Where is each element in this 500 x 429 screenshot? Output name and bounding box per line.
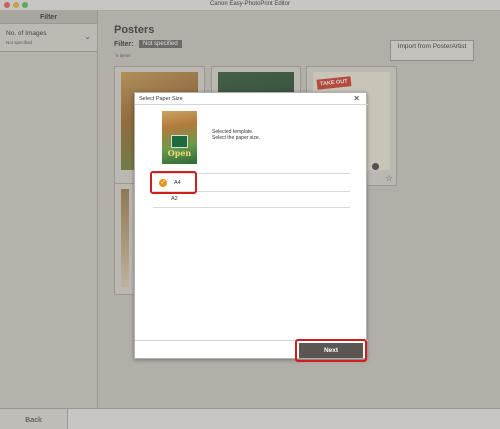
paper-option-a2[interactable]: A2: [157, 194, 217, 205]
next-highlight: Next: [295, 339, 367, 362]
dialog-title: Select Paper Size: [139, 96, 183, 102]
select-paper-size-text: Select the paper size.: [212, 135, 261, 141]
divider: [135, 104, 368, 105]
select-paper-size-dialog: Select Paper Size ✕ Open Selected templa…: [134, 92, 368, 362]
paper-option-label: A4: [174, 180, 181, 186]
check-icon: ✓: [159, 179, 167, 187]
paper-option-label: A2: [171, 196, 178, 202]
mug-image: [171, 135, 188, 148]
template-thumbnail: Open: [162, 111, 197, 164]
next-button[interactable]: Next: [299, 343, 363, 358]
paper-option-a4[interactable]: ✓ A4: [150, 171, 197, 194]
close-icon[interactable]: ✕: [353, 94, 360, 103]
divider: [153, 207, 350, 208]
template-open-text: Open: [167, 148, 192, 158]
